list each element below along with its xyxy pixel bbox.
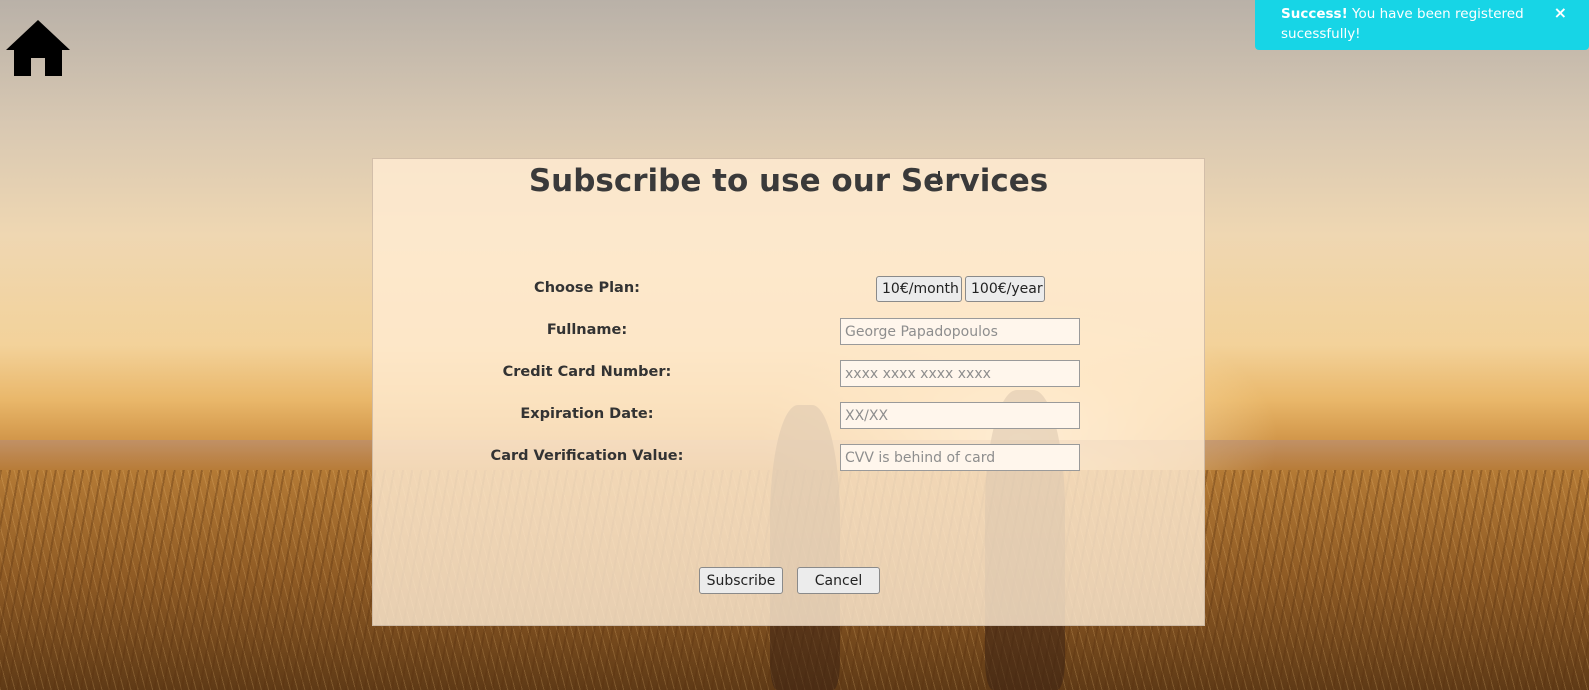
success-alert: Success! You have been registered sucess…	[1255, 0, 1589, 50]
card-number-label: Credit Card Number:	[502, 364, 672, 380]
home-icon[interactable]	[4, 18, 72, 78]
alert-strong: Success!	[1281, 6, 1348, 22]
plan-monthly-button[interactable]: 10€/month	[876, 276, 962, 302]
close-icon[interactable]: ×	[1554, 3, 1567, 23]
plan-label: Choose Plan:	[534, 280, 640, 296]
text-cursor	[938, 171, 940, 185]
plan-yearly-button[interactable]: 100€/year	[965, 276, 1045, 302]
page-title: Subscribe to use our Services	[528, 163, 1049, 199]
subscribe-button[interactable]: Subscribe	[699, 567, 783, 594]
cvv-field[interactable]	[840, 444, 1080, 471]
cancel-button[interactable]: Cancel	[797, 567, 880, 594]
fullname-field[interactable]	[840, 318, 1080, 345]
cvv-label: Card Verification Value:	[490, 448, 684, 464]
fullname-label: Fullname:	[546, 322, 628, 338]
expiry-field[interactable]	[840, 402, 1080, 429]
expiry-label: Expiration Date:	[520, 406, 654, 422]
card-number-field[interactable]	[840, 360, 1080, 387]
subscribe-form: Subscribe to use our Services Choose Pla…	[372, 158, 1205, 626]
